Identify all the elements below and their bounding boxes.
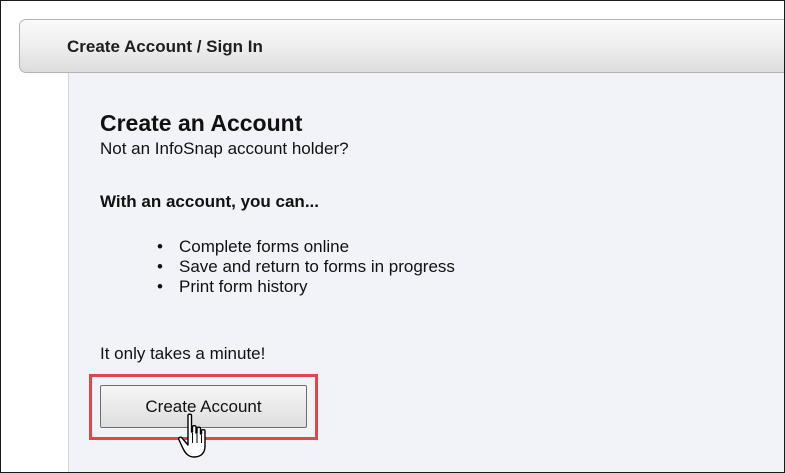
section-header-title: Create Account / Sign In [67, 37, 263, 56]
benefit-item: Save and return to forms in progress [157, 257, 455, 277]
screenshot-frame: Create Account / Sign In Create an Accou… [0, 0, 785, 473]
section-header-bar: Create Account / Sign In [19, 19, 784, 73]
benefits-list: Complete forms online Save and return to… [157, 237, 455, 297]
takes-a-minute-note: It only takes a minute! [100, 344, 266, 363]
create-account-heading: Create an Account [100, 110, 303, 136]
benefit-item: Complete forms online [157, 237, 455, 257]
create-account-subtitle: Not an InfoSnap account holder? [100, 139, 349, 158]
benefit-item: Print form history [157, 277, 455, 297]
benefits-heading: With an account, you can... [100, 192, 319, 211]
hand-pointer-icon [177, 413, 206, 458]
